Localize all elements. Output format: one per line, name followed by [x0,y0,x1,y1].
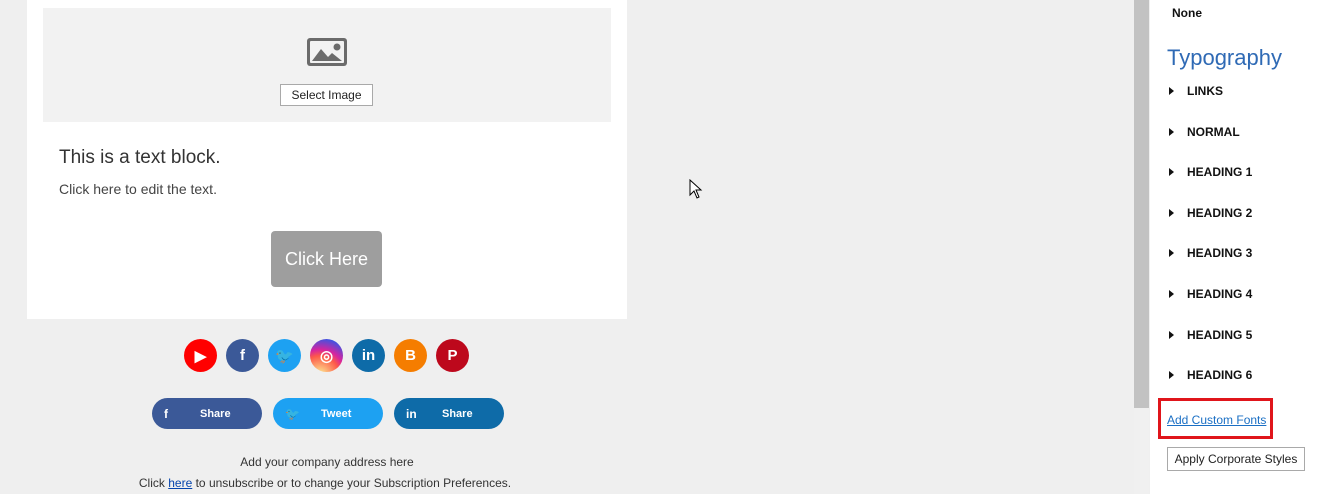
pinterest-icon[interactable]: P [436,339,469,372]
expand-arrow-icon [1169,168,1174,177]
image-block-placeholder[interactable]: Select Image [43,8,611,122]
expand-arrow-icon [1169,330,1174,339]
typography-item-label: HEADING 4 [1187,287,1253,301]
expand-arrow-icon [1169,249,1174,258]
apply-corporate-styles-button[interactable]: Apply Corporate Styles [1167,447,1305,471]
social-follow-icons: ▶ f 🐦 ◎ in B P [184,339,469,373]
email-content-card: Select Image This is a text block. Click… [27,0,627,319]
typography-item-label: LINKS [1187,84,1223,98]
unsubscribe-link[interactable]: here [168,476,192,490]
scrollbar-thumb[interactable] [1134,0,1149,408]
typography-item-label: HEADING 1 [1187,165,1253,180]
add-custom-fonts-link[interactable]: Add Custom Fonts [1167,413,1266,427]
blogger-icon[interactable]: B [394,339,427,372]
typography-item-heading-4[interactable]: HEADING 4 [1169,287,1252,301]
typography-item-label: HEADING 5 [1187,327,1253,342]
linkedin-icon[interactable]: in [352,339,385,372]
editor-canvas: Select Image This is a text block. Click… [0,0,1134,494]
typography-item-label: HEADING 2 [1187,205,1253,220]
social-share-buttons: f Share 🐦 Tweet in Share [152,398,504,429]
typography-item-normal[interactable]: NORMAL [1169,125,1240,139]
share-button-label: Share [200,407,231,420]
image-icon [307,38,347,66]
unsub-prefix: Click [138,476,169,490]
footer-unsubscribe-text: Click here to unsubscribe or to change y… [0,476,650,490]
styles-panel: None Typography LINKS NORMAL HEADING 1 HEAD… [1150,0,1329,494]
expand-arrow-icon [1169,127,1174,136]
footer-address: Add your company address here [240,455,414,469]
unsub-suffix: to unsubscribe or to change your Subscri… [192,476,512,490]
mouse-cursor-icon [689,179,703,199]
twitter-icon: 🐦 [285,406,300,421]
share-button-label: Share [442,407,473,420]
typography-heading: Typography [1167,45,1282,70]
expand-arrow-icon [1169,371,1174,380]
linkedin-share-button[interactable]: in Share [394,398,504,429]
typography-item-label: HEADING 6 [1187,368,1253,383]
twitter-icon[interactable]: 🐦 [268,339,301,372]
canvas-scrollbar[interactable] [1134,0,1149,494]
expand-arrow-icon [1169,290,1174,298]
text-block-title[interactable]: This is a text block. [59,147,221,169]
typography-item-heading-3[interactable]: HEADING 3 [1169,246,1252,260]
twitter-share-button[interactable]: 🐦 Tweet [273,398,383,429]
none-label: None [1172,6,1202,20]
select-image-button[interactable]: Select Image [280,84,373,106]
expand-arrow-icon [1169,87,1174,95]
text-block-body[interactable]: Click here to edit the text. [59,181,217,197]
share-button-label: Tweet [321,407,352,420]
expand-arrow-icon [1169,208,1174,217]
typography-item-heading-2[interactable]: HEADING 2 [1169,206,1252,220]
click-here-button[interactable]: Click Here [271,231,382,287]
typography-item-label: HEADING 3 [1187,246,1253,261]
facebook-share-button[interactable]: f Share [152,398,262,429]
typography-item-label: NORMAL [1187,124,1240,139]
linkedin-icon: in [406,406,417,421]
instagram-icon[interactable]: ◎ [310,339,343,372]
youtube-icon[interactable]: ▶ [184,339,217,372]
typography-item-links[interactable]: LINKS [1169,84,1223,98]
typography-item-heading-1[interactable]: HEADING 1 [1169,165,1252,179]
facebook-icon: f [164,406,168,421]
typography-item-heading-6[interactable]: HEADING 6 [1169,368,1252,382]
facebook-icon[interactable]: f [226,339,259,372]
typography-item-heading-5[interactable]: HEADING 5 [1169,328,1252,342]
